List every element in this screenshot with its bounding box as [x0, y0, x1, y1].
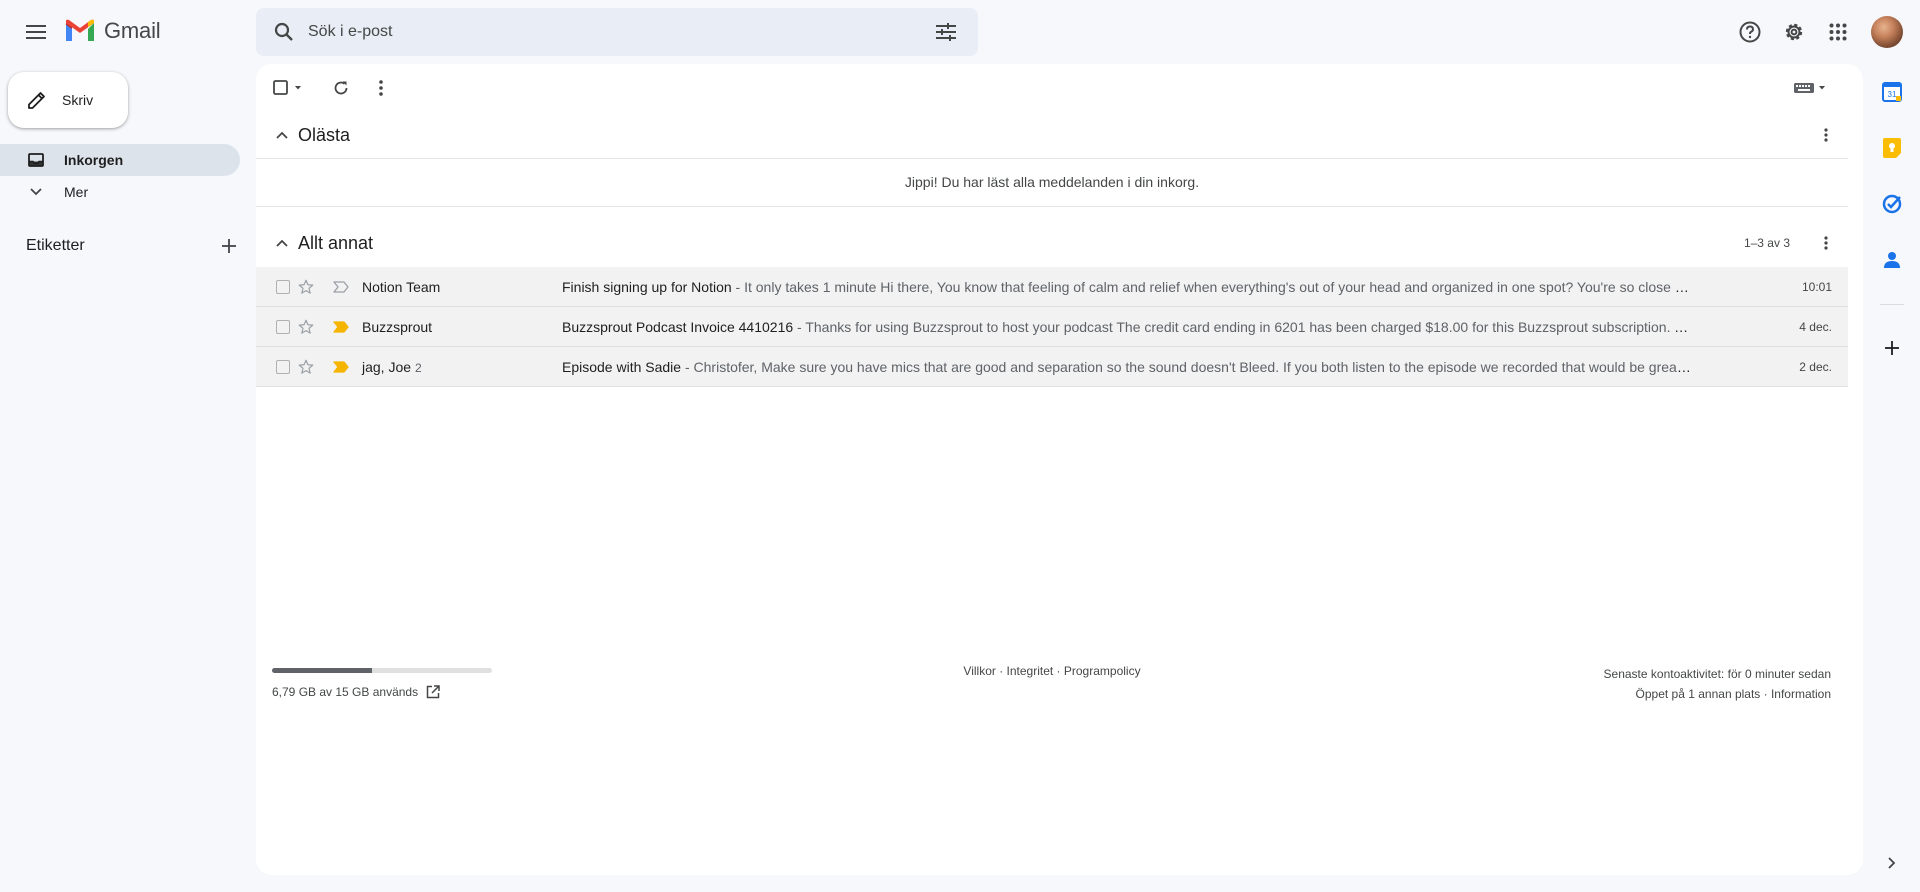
star-icon[interactable] — [297, 278, 315, 296]
gmail-m-icon — [66, 19, 94, 41]
section-title: Allt annat — [298, 232, 374, 253]
email-date: 4 dec. — [1799, 320, 1832, 334]
search-input[interactable] — [308, 12, 922, 52]
input-tools-button[interactable] — [1786, 68, 1836, 108]
section-unread-header[interactable]: Olästa — [256, 115, 1848, 155]
sidebar-item-more[interactable]: Mer — [0, 176, 240, 208]
account-activity: Senaste kontoaktivitet: för 0 minuter se… — [1604, 664, 1831, 704]
svg-text:31: 31 — [1888, 90, 1897, 99]
labels-title: Etiketter — [26, 237, 85, 254]
chevron-up-icon[interactable] — [262, 239, 302, 247]
keep-icon[interactable] — [1880, 136, 1904, 160]
add-label-icon[interactable] — [222, 239, 236, 253]
chevron-up-icon[interactable] — [262, 131, 302, 139]
open-external-icon[interactable] — [426, 685, 440, 699]
email-preview: - Christofer, Make sure you have mics th… — [681, 359, 1692, 375]
search-options-icon[interactable] — [922, 8, 970, 56]
select-all-checkbox[interactable] — [268, 68, 308, 108]
sidebar-item-inbox[interactable]: Inkorgen — [0, 144, 240, 176]
help-icon — [1739, 21, 1761, 43]
importance-marker-icon[interactable] — [333, 321, 349, 333]
session-details-link[interactable]: Öppet på 1 annan plats · Information — [1604, 684, 1831, 704]
sender-name: Buzzsprout — [362, 319, 433, 335]
section-options-icon[interactable] — [1810, 119, 1842, 151]
search-bar[interactable] — [256, 8, 978, 56]
thread-count: 2 — [415, 361, 422, 375]
email-sender: Notion Team — [362, 279, 444, 295]
email-sender: Buzzsprout — [362, 319, 436, 335]
settings-button[interactable] — [1774, 12, 1814, 52]
more-actions-button[interactable] — [361, 68, 401, 108]
add-addon-icon[interactable] — [1880, 336, 1904, 360]
email-sender: jag, Joe 2 — [362, 359, 422, 375]
hamburger-icon — [26, 25, 46, 39]
refresh-button[interactable] — [321, 68, 361, 108]
help-button[interactable] — [1730, 12, 1770, 52]
search-icon[interactable] — [260, 8, 308, 56]
expand-panel-icon[interactable] — [1880, 851, 1904, 875]
main-menu-button[interactable] — [16, 14, 56, 50]
star-icon[interactable] — [297, 358, 315, 376]
compose-button[interactable]: Skriv — [8, 72, 128, 128]
email-snippet: Episode with Sadie - Christofer, Make su… — [562, 359, 1692, 375]
main-panel: Olästa Jippi! Du har läst alla meddeland… — [256, 64, 1863, 875]
app-name: Gmail — [104, 18, 161, 43]
row-checkbox[interactable] — [276, 360, 290, 374]
pencil-icon — [26, 89, 48, 111]
tasks-icon[interactable] — [1880, 192, 1904, 216]
empty-inbox-message: Jippi! Du har läst alla meddelanden i di… — [904, 174, 1200, 190]
gear-icon — [1785, 23, 1803, 41]
table-row[interactable]: Buzzsprout Buzzsprout Podcast Invoice 441… — [256, 307, 1848, 347]
row-checkbox[interactable] — [276, 280, 290, 294]
section-other-header[interactable]: Allt annat 1–3 av 3 — [256, 223, 1848, 263]
email-snippet: Buzzsprout Podcast Invoice 4410216 - Tha… — [562, 319, 1692, 335]
section-count: 1–3 av 3 — [1743, 236, 1790, 250]
mail-toolbar — [256, 64, 1863, 112]
importance-marker-icon[interactable] — [333, 281, 349, 293]
divider — [256, 206, 1848, 207]
sidebar-item-label: Mer — [64, 184, 89, 200]
email-subject: Episode with Sadie — [562, 359, 682, 375]
storage-text: 6,79 GB av 15 GB används — [272, 685, 419, 699]
sender-name: Notion Team — [362, 279, 441, 295]
table-row[interactable]: Notion Team Finish signing up for Notion … — [256, 267, 1848, 307]
top-bar: Gmail — [0, 0, 1920, 64]
contacts-icon[interactable] — [1880, 248, 1904, 272]
email-preview: - It only takes 1 minute Hi there, You k… — [731, 279, 1692, 295]
divider — [256, 158, 1848, 159]
gmail-logo[interactable]: Gmail — [64, 18, 161, 44]
inbox-icon — [26, 153, 46, 167]
compose-label: Skriv — [62, 92, 94, 108]
email-subject: Buzzsprout Podcast Invoice 4410216 — [562, 319, 794, 335]
row-checkbox[interactable] — [276, 320, 290, 334]
email-preview: - Thanks for using Buzzsprout to host yo… — [793, 319, 1692, 335]
section-options-icon[interactable] — [1810, 227, 1842, 259]
rail-divider — [1880, 304, 1904, 305]
star-icon[interactable] — [297, 318, 315, 336]
email-subject: Finish signing up for Notion — [562, 279, 732, 295]
apps-button[interactable] — [1818, 12, 1858, 52]
more-vert-icon — [379, 80, 383, 96]
keyboard-icon — [1794, 83, 1825, 93]
importance-marker-icon[interactable] — [333, 361, 349, 373]
sender-name: jag, Joe — [362, 359, 412, 375]
account-avatar[interactable] — [1871, 16, 1903, 48]
labels-header: Etiketter — [26, 234, 236, 258]
email-snippet: Finish signing up for Notion - It only t… — [562, 279, 1692, 295]
calendar-icon[interactable]: 31 — [1880, 80, 1904, 104]
table-row[interactable]: jag, Joe 2 Episode with Sadie - Christofer… — [256, 347, 1848, 387]
last-activity: Senaste kontoaktivitet: för 0 minuter se… — [1603, 667, 1831, 681]
sidebar-item-label: Inkorgen — [64, 152, 124, 168]
email-date: 2 dec. — [1799, 360, 1832, 374]
refresh-icon — [334, 81, 348, 95]
email-date: 10:01 — [1801, 280, 1832, 294]
storage-info: 6,79 GB av 15 GB används — [272, 685, 440, 699]
section-title: Olästa — [298, 124, 351, 145]
apps-grid-icon — [1829, 23, 1847, 41]
chevron-down-icon — [26, 188, 46, 196]
